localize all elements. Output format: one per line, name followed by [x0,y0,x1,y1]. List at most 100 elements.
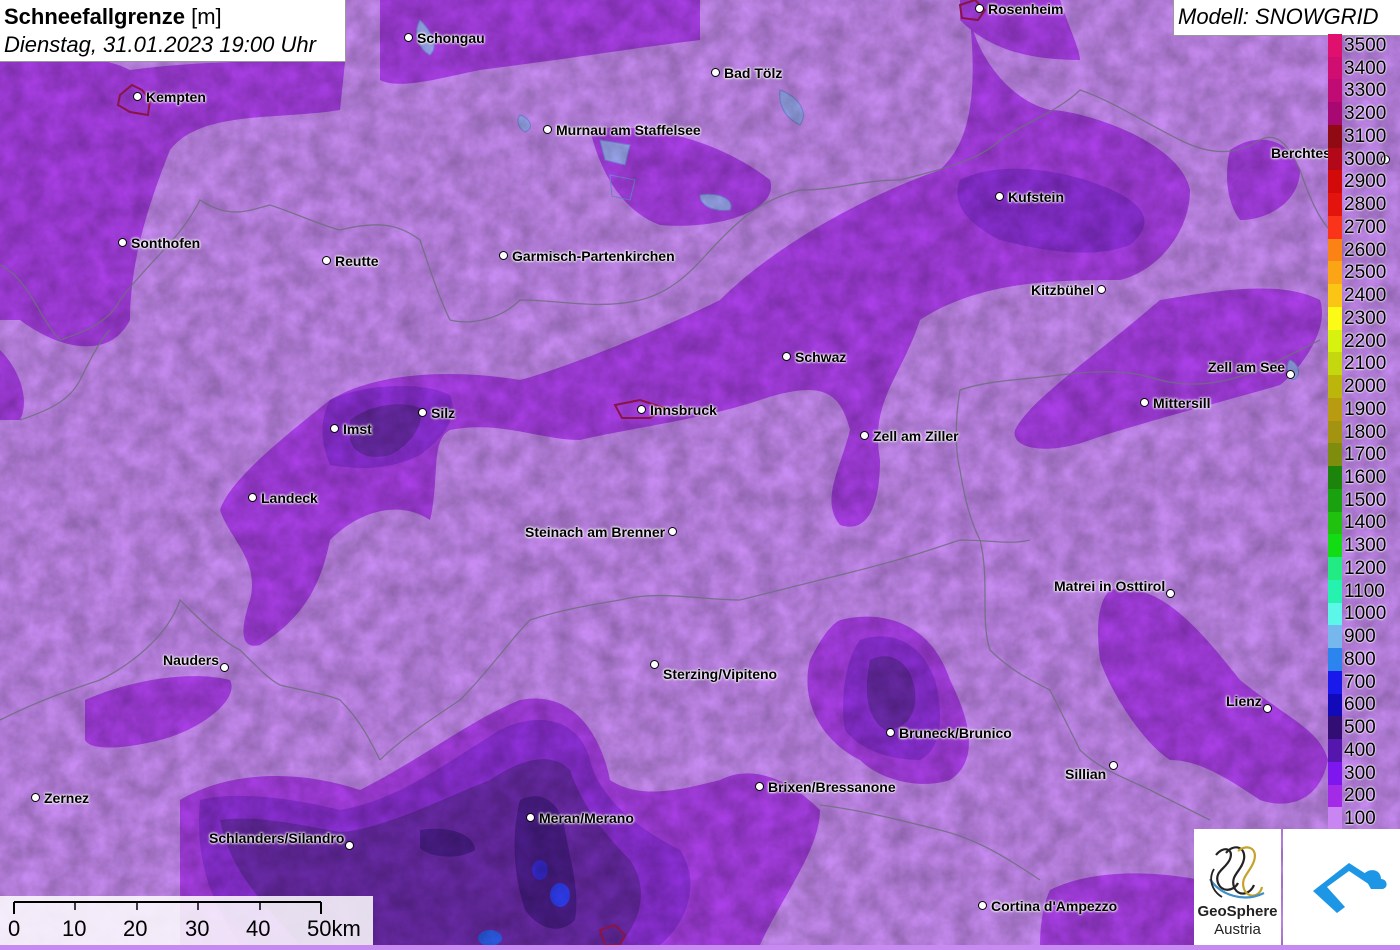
city-marker[interactable] [860,431,869,440]
legend-swatch-900 [1328,625,1342,649]
legend-label-1600: 1600 [1344,466,1387,488]
city-marker[interactable] [31,793,40,802]
city-label[interactable]: Bruneck/Brunico [899,725,1012,741]
city-marker[interactable] [975,4,984,13]
city-marker[interactable] [711,68,720,77]
city-label[interactable]: Nauders [163,652,219,668]
city-marker[interactable] [1166,589,1175,598]
cloud-arrow-icon [1313,863,1387,913]
city-label[interactable]: Murnau am Staffelsee [556,122,701,138]
weather-service-logo[interactable] [1283,829,1400,945]
city-marker[interactable] [755,782,764,791]
legend-label-3100: 3100 [1344,125,1387,147]
city-marker[interactable] [1109,761,1118,770]
city-label[interactable]: Sillian [1065,766,1106,782]
city-marker[interactable] [995,192,1004,201]
city-label[interactable]: Berchtes [1271,145,1331,161]
city-marker[interactable] [330,424,339,433]
legend-swatch-2900 [1328,170,1342,194]
city-marker[interactable] [668,527,677,536]
city-label[interactable]: Kitzbühel [1031,282,1094,298]
legend-swatch-2600 [1328,238,1342,262]
city-marker[interactable] [220,663,229,672]
legend-swatch-2100 [1328,352,1342,376]
legend-swatch-1300 [1328,534,1342,558]
title-text: Schneefallgrenze [4,4,185,29]
city-marker[interactable] [1140,398,1149,407]
city-marker[interactable] [978,901,987,910]
city-marker[interactable] [404,33,413,42]
city-label[interactable]: Garmisch-Partenkirchen [512,248,675,264]
city-label[interactable]: Schwaz [795,349,846,365]
snowfall-line-map[interactable] [0,0,1400,945]
legend-swatch-3400 [1328,56,1342,81]
model-label: Modell: SNOWGRID [1173,0,1400,36]
legend-swatch-800 [1328,648,1342,672]
legend-label-1500: 1500 [1344,489,1387,511]
legend-swatch-1800 [1328,420,1342,444]
scale-label-30: 30 [185,916,210,941]
legend-swatch-1700 [1328,443,1342,467]
city-marker[interactable] [118,238,127,247]
city-label[interactable]: Sterzing/Vipiteno [663,666,777,682]
city-marker[interactable] [543,125,552,134]
city-label[interactable]: Zell am Ziller [873,428,959,444]
city-label[interactable]: Kufstein [1008,189,1064,205]
city-marker[interactable] [526,813,535,822]
legend-swatch-1100 [1328,579,1342,604]
city-label[interactable]: Bad Tölz [724,65,782,81]
city-label[interactable]: Rosenheim [988,1,1063,17]
city-marker[interactable] [637,405,646,414]
city-marker[interactable] [1286,370,1295,379]
legend-label-800: 800 [1344,648,1376,670]
city-label[interactable]: Lienz [1226,693,1262,709]
legend-label-700: 700 [1344,671,1376,693]
city-label[interactable]: Matrei in Osttirol [1054,578,1165,594]
city-label[interactable]: Steinach am Brenner [525,524,665,540]
city-label[interactable]: Silz [431,405,455,421]
city-marker[interactable] [322,256,331,265]
city-marker[interactable] [133,92,142,101]
legend-label-2200: 2200 [1344,330,1387,352]
legend-swatch-1400 [1328,511,1342,535]
city-marker[interactable] [418,408,427,417]
legend-swatch-1600 [1328,466,1342,490]
city-marker[interactable] [345,841,354,850]
city-marker[interactable] [499,251,508,260]
legend-label-300: 300 [1344,762,1376,784]
city-marker[interactable] [782,352,791,361]
city-label[interactable]: Schlanders/Silandro [209,830,344,846]
city-label[interactable]: Innsbruck [650,402,717,418]
legend-swatch-500 [1328,716,1342,740]
geosphere-logo[interactable]: GeoSphere Austria [1194,829,1281,945]
legend-swatch-3000 [1328,147,1342,172]
city-marker[interactable] [650,660,659,669]
city-label[interactable]: Meran/Merano [539,810,634,826]
city-label[interactable]: Kempten [146,89,206,105]
legend-label-2400: 2400 [1344,285,1387,307]
city-marker[interactable] [248,493,257,502]
city-label[interactable]: Imst [343,421,372,437]
city-marker[interactable] [886,728,895,737]
city-marker[interactable] [1097,285,1106,294]
map-subtitle: Dienstag, 31.01.2023 19:00 Uhr [4,32,316,57]
legend-label-2700: 2700 [1344,216,1387,238]
city-label[interactable]: Zernez [44,790,89,806]
legend-label-3200: 3200 [1344,103,1387,125]
city-label[interactable]: Landeck [261,490,318,506]
city-label[interactable]: Reutte [335,253,379,269]
city-label[interactable]: Sonthofen [131,235,200,251]
city-label[interactable]: Brixen/Bressanone [768,779,896,795]
legend-label-500: 500 [1344,717,1376,739]
legend-swatch-3300 [1328,79,1342,103]
city-label[interactable]: Schongau [417,30,485,46]
legend-label-1900: 1900 [1344,398,1387,420]
city-label[interactable]: Zell am See [1208,359,1285,375]
terrain-relief [0,0,1400,945]
legend-swatch-1500 [1328,488,1342,513]
city-label[interactable]: Cortina d'Ampezzo [991,898,1117,914]
scale-label-50km: 50km [307,916,361,941]
city-marker[interactable] [1263,704,1272,713]
city-label[interactable]: Mittersill [1153,395,1211,411]
legend-label-1400: 1400 [1344,512,1387,534]
